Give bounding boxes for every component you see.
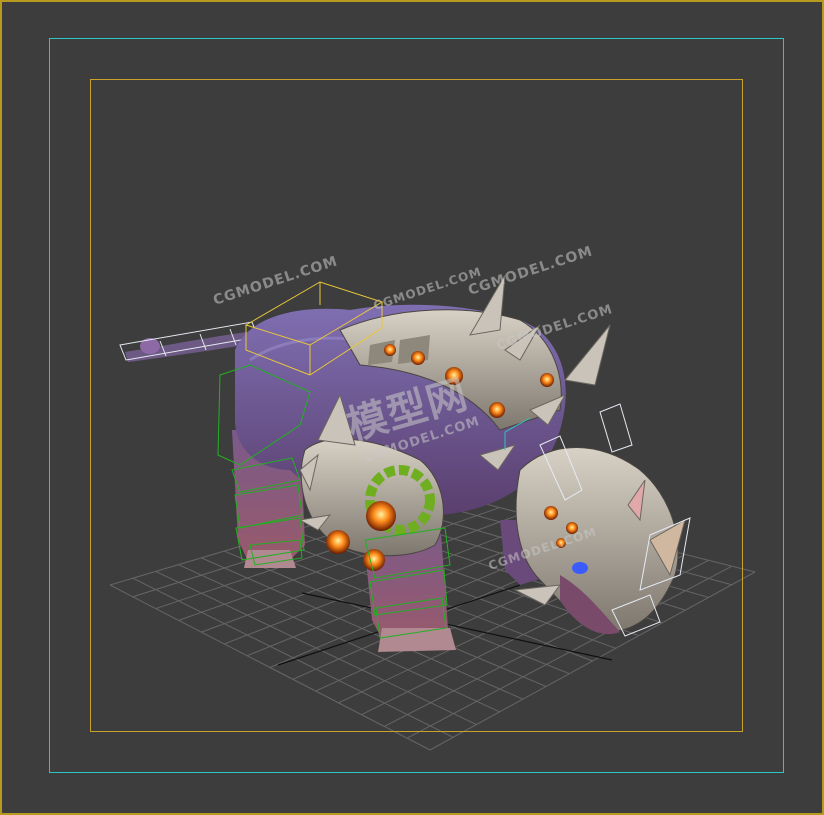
scene-canvas[interactable]: CGMODEL.COM CGMODEL.COM CGMODEL.COM CGMO… (0, 0, 824, 815)
watermark-text: CGMODEL.COM (211, 253, 340, 308)
watermark-text: CGMODEL.COM (466, 243, 595, 298)
viewport[interactable]: CGMODEL.COM CGMODEL.COM CGMODEL.COM CGMO… (0, 0, 824, 815)
